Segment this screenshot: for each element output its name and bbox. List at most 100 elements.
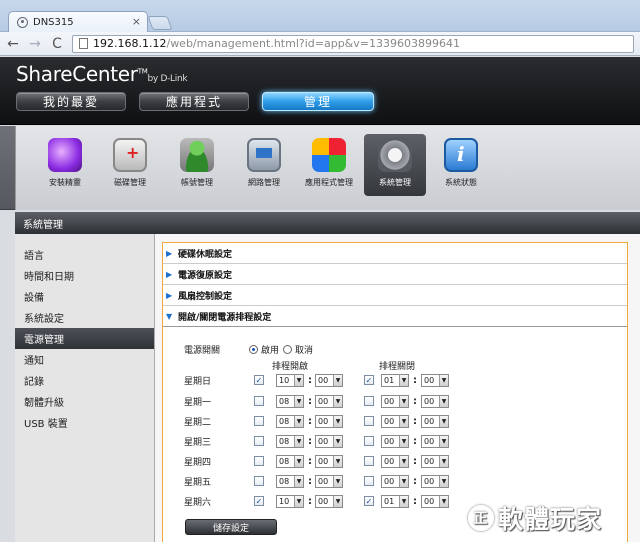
power-switch-label: 電源開關: [184, 345, 221, 356]
browser-toolbar: ← → C 192.168.1.12/web/management.html?i…: [0, 32, 640, 56]
expand-arrow-icon: ▶: [166, 290, 173, 300]
schedule-off-checkbox[interactable]: [364, 476, 374, 486]
off-hour-select[interactable]: 01 ▼: [381, 373, 409, 387]
tab-favorites[interactable]: 我的最愛: [16, 92, 126, 111]
on-hour-select[interactable]: 10 ▼: [276, 373, 304, 387]
sidebar-item-notifications[interactable]: 通知: [15, 349, 154, 370]
sidebar-item-time-date[interactable]: 時間和日期: [15, 265, 154, 286]
on-minute-select[interactable]: 00 ▼: [315, 373, 343, 387]
schedule-off-checkbox[interactable]: [364, 396, 374, 406]
app-system-status[interactable]: 系統狀態: [430, 134, 492, 196]
schedule-off-checkbox[interactable]: [364, 456, 374, 466]
schedule-on-checkbox[interactable]: [254, 476, 264, 486]
enable-label: 啟用: [261, 345, 280, 356]
off-hour-select[interactable]: 00 ▼: [381, 454, 409, 468]
on-minute-select[interactable]: 00 ▼: [315, 474, 343, 488]
off-hour-select[interactable]: 00 ▼: [381, 434, 409, 448]
off-minute-select[interactable]: 00 ▼: [421, 434, 449, 448]
schedule-row: 星期日 ✓ 10 ▼:00 ▼ ✓ 01 ▼:00 ▼: [163, 372, 627, 388]
save-button[interactable]: 儲存設定: [185, 519, 277, 535]
on-minute-select[interactable]: 00 ▼: [315, 494, 343, 508]
time-separator: :: [413, 435, 417, 447]
off-minute-select-value: 00: [424, 476, 435, 486]
browser-tab[interactable]: DNS315 ×: [8, 11, 148, 33]
schedule-on-checkbox[interactable]: ✓: [254, 375, 264, 385]
app-application-management[interactable]: 應用程式管理: [298, 134, 360, 196]
accordion-power-recovery[interactable]: ▶ 電源復原設定: [163, 264, 627, 285]
enable-radio[interactable]: [249, 344, 258, 354]
schedule-header-row: 排程開啟 排程關閉: [163, 357, 627, 373]
close-icon[interactable]: ×: [132, 15, 141, 28]
expand-arrow-icon: ▶: [166, 269, 173, 279]
tab-management[interactable]: 管理: [262, 92, 374, 111]
power-switch-row: 電源開關 啟用 取消: [163, 341, 627, 357]
off-hour-select[interactable]: 00 ▼: [381, 474, 409, 488]
app-network-management[interactable]: 網路管理: [233, 134, 295, 196]
schedule-off-checkbox[interactable]: ✓: [364, 375, 374, 385]
app-setup-wizard[interactable]: 安裝精靈: [34, 134, 96, 196]
back-icon[interactable]: ←: [6, 37, 20, 51]
day-label: 星期六: [184, 497, 212, 508]
off-minute-select[interactable]: 00 ▼: [421, 454, 449, 468]
app-disk-management[interactable]: 磁碟管理: [99, 134, 161, 196]
sidebar-item-usb-devices[interactable]: USB 裝置: [15, 412, 154, 433]
schedule-on-checkbox[interactable]: [254, 436, 264, 446]
off-minute-select-value: 00: [424, 396, 435, 406]
on-minute-select-value: 00: [318, 396, 329, 406]
on-hour-select[interactable]: 08 ▼: [276, 414, 304, 428]
accordion-disk-hibernation[interactable]: ▶ 硬碟休眠設定: [163, 243, 627, 264]
off-minute-select[interactable]: 00 ▼: [421, 494, 449, 508]
sidebar-item-logs[interactable]: 記錄: [15, 370, 154, 391]
schedule-on-checkbox[interactable]: ✓: [254, 496, 264, 506]
app-system-management[interactable]: 系統管理: [364, 134, 426, 196]
on-hour-select[interactable]: 08 ▼: [276, 454, 304, 468]
tab-applications[interactable]: 應用程式: [139, 92, 249, 111]
schedule-on-checkbox[interactable]: [254, 456, 264, 466]
time-separator: :: [308, 475, 312, 487]
forward-icon[interactable]: →: [28, 37, 42, 51]
address-bar[interactable]: 192.168.1.12/web/management.html?id=app&…: [72, 34, 634, 53]
on-minute-select[interactable]: 00 ▼: [315, 454, 343, 468]
sidebar-item-system-settings[interactable]: 系統設定: [15, 307, 154, 328]
accordion-power-schedule[interactable]: ▼ 開啟/關閉電源排程設定: [163, 306, 627, 327]
accordion-fan-control[interactable]: ▶ 風扇控制設定: [163, 285, 627, 306]
off-minute-select[interactable]: 00 ▼: [421, 414, 449, 428]
schedule-off-checkbox[interactable]: [364, 416, 374, 426]
chevron-down-icon: ▼: [294, 374, 303, 386]
schedule-on-checkbox[interactable]: [254, 396, 264, 406]
schedule-row: 星期四 08 ▼:00 ▼ 00 ▼:00 ▼: [163, 453, 627, 469]
off-hour-select[interactable]: 00 ▼: [381, 414, 409, 428]
sidebar-item-language[interactable]: 語言: [15, 244, 154, 265]
off-minute-select[interactable]: 00 ▼: [421, 373, 449, 387]
off-hour-select[interactable]: 00 ▼: [381, 394, 409, 408]
schedule-on-checkbox[interactable]: [254, 416, 264, 426]
on-minute-select-value: 00: [318, 456, 329, 466]
chevron-down-icon: ▼: [439, 495, 448, 507]
on-hour-select[interactable]: 08 ▼: [276, 434, 304, 448]
on-minute-select[interactable]: 00 ▼: [315, 394, 343, 408]
wizard-icon: [48, 138, 82, 172]
off-minute-select[interactable]: 00 ▼: [421, 474, 449, 488]
sidebar-item-firmware-upgrade[interactable]: 韌體升級: [15, 391, 154, 412]
off-hour-select[interactable]: 01 ▼: [381, 494, 409, 508]
chevron-down-icon: ▼: [333, 475, 342, 487]
sidebar-item-device[interactable]: 設備: [15, 286, 154, 307]
on-minute-select-value: 00: [318, 375, 329, 385]
sidebar-item-power-management[interactable]: 電源管理: [15, 328, 154, 349]
on-minute-select[interactable]: 00 ▼: [315, 414, 343, 428]
time-separator: :: [308, 455, 312, 467]
off-minute-select[interactable]: 00 ▼: [421, 394, 449, 408]
url-path: /web/management.html?id=app&v=1339603899…: [166, 37, 460, 50]
schedule-off-checkbox[interactable]: [364, 436, 374, 446]
on-hour-select[interactable]: 08 ▼: [276, 394, 304, 408]
on-hour-select[interactable]: 08 ▼: [276, 474, 304, 488]
chevron-down-icon: ▼: [294, 475, 303, 487]
app-account-management[interactable]: 帳號管理: [166, 134, 228, 196]
on-hour-select[interactable]: 10 ▼: [276, 494, 304, 508]
on-minute-select[interactable]: 00 ▼: [315, 434, 343, 448]
reload-icon[interactable]: C: [50, 37, 64, 51]
new-tab-button[interactable]: [147, 16, 173, 30]
disable-radio[interactable]: [283, 344, 292, 354]
schedule-off-checkbox[interactable]: ✓: [364, 496, 374, 506]
on-hour-select-value: 08: [279, 416, 290, 426]
